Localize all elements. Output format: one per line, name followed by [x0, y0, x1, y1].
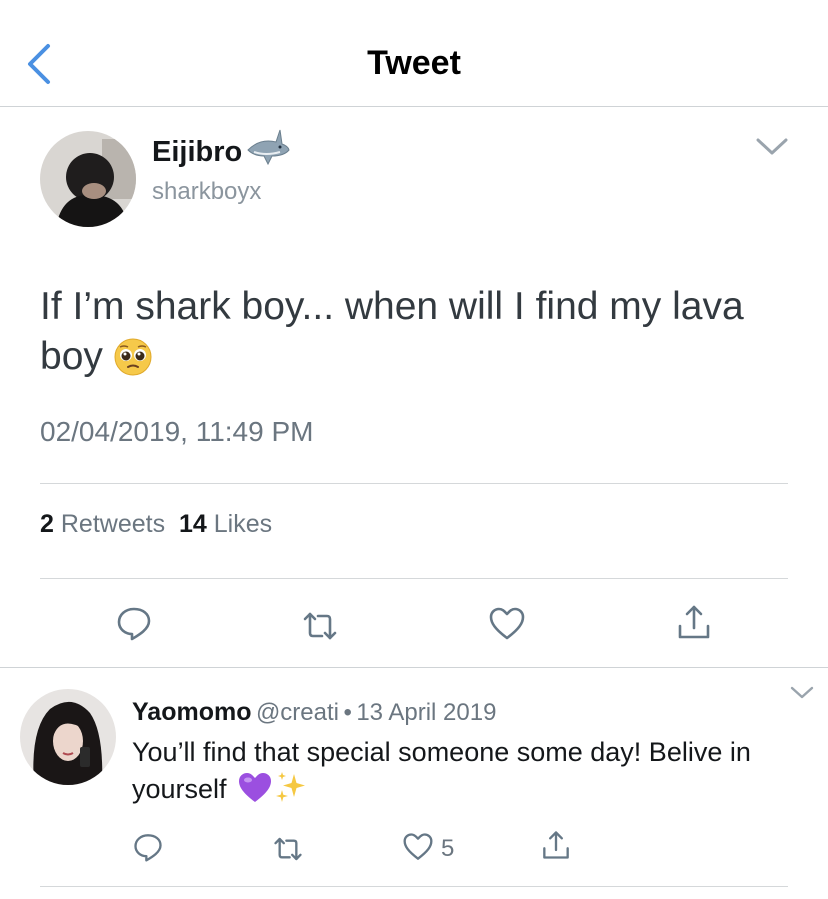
author-name[interactable]: Eijibro — [152, 136, 242, 169]
reply-author-name[interactable]: Yaomomo — [132, 698, 251, 726]
page-title: Tweet — [367, 44, 461, 82]
tweet-text: If I’m shark boy... when will I find my … — [40, 282, 800, 382]
tweet-timestamp: 02/04/2019, 11:49 PM — [40, 416, 314, 447]
retweet-icon[interactable] — [302, 608, 338, 644]
pleading-face-emoji — [114, 338, 152, 376]
divider — [40, 886, 788, 887]
likes-label: Likes — [213, 510, 273, 538]
retweets-count: 2 — [40, 510, 54, 538]
sparkles-emoji — [276, 772, 306, 802]
likes-count: 14 — [178, 510, 207, 538]
retweet-icon[interactable] — [273, 834, 303, 864]
shark-emoji — [247, 129, 290, 166]
section-divider — [0, 667, 828, 668]
reply-header: Yaomomo @creati • 13 April 2019 — [132, 698, 496, 727]
author-avatar[interactable] — [40, 131, 136, 227]
share-icon[interactable] — [541, 830, 571, 860]
like-icon[interactable] — [489, 606, 525, 642]
reply-separator: • — [343, 699, 352, 726]
divider — [40, 578, 788, 579]
reply-like-count: 5 — [441, 835, 455, 862]
reply-handle[interactable]: @creati — [256, 699, 339, 726]
purple-heart-emoji — [239, 773, 272, 802]
like-icon[interactable] — [403, 832, 433, 862]
reply-text-content: You’ll find that special someone some da… — [132, 737, 751, 804]
tweet-stats: 2 Retweets 14 Likes — [40, 510, 272, 539]
divider — [40, 483, 788, 484]
reply-text: You’ll find that special someone some da… — [132, 734, 812, 807]
reply-icon[interactable] — [116, 605, 152, 641]
share-icon[interactable] — [676, 604, 712, 640]
reply-avatar[interactable] — [20, 689, 116, 785]
chevron-down-icon[interactable] — [755, 137, 789, 157]
author-handle[interactable]: sharkboyx — [152, 178, 261, 206]
reply-icon[interactable] — [133, 832, 163, 862]
reply-date: 13 April 2019 — [356, 699, 497, 726]
retweets-label: Retweets — [60, 510, 166, 538]
retweets-stat[interactable]: 2 Retweets — [40, 510, 165, 538]
chevron-down-icon[interactable] — [790, 686, 814, 700]
likes-stat[interactable]: 14 Likes — [179, 510, 272, 538]
nav-header: Tweet — [0, 0, 828, 107]
